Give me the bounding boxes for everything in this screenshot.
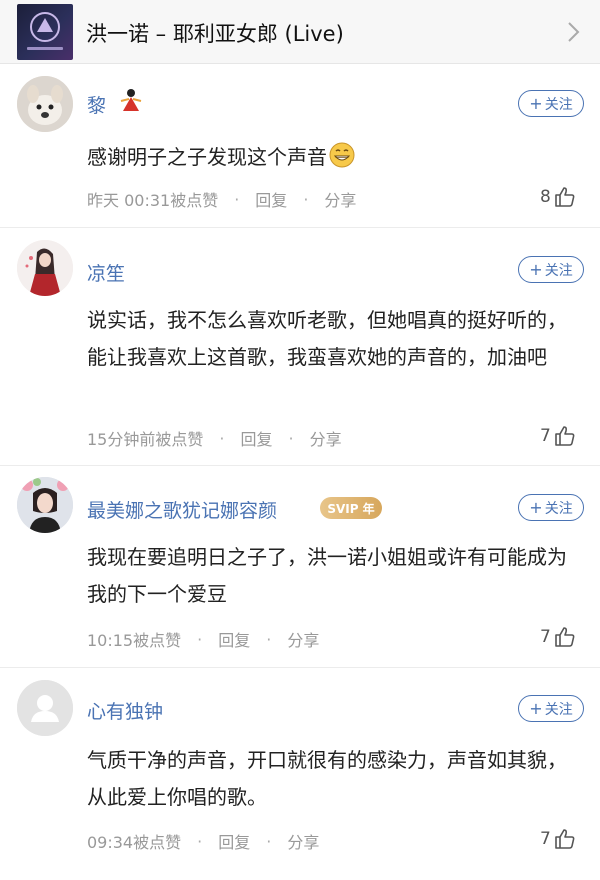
comment-item: 凉笙 + 关注 说实话，我不怎么喜欢听老歌，但她唱真的挺好听的，能让我喜欢上这首…: [0, 229, 600, 466]
dog-avatar-image: [17, 76, 73, 132]
follow-button[interactable]: + 关注: [518, 695, 584, 722]
plus-icon: +: [529, 698, 543, 718]
dancer-badge-icon: [120, 89, 142, 111]
thumbs-up-icon: [555, 187, 575, 207]
comment-text-content: 感谢明子之子发现这个声音: [87, 145, 327, 169]
plus-icon: +: [529, 259, 543, 279]
reply-button[interactable]: 回复: [240, 426, 272, 450]
thumbs-up-icon: [555, 627, 575, 647]
follow-button[interactable]: + 关注: [518, 90, 584, 117]
comment-text: 气质干净的声音，开口就很有的感染力，声音如其貌，从此爱上你唱的歌。: [87, 748, 567, 809]
comment-meta: 15分钟前被点赞 · 回复 · 分享: [87, 426, 342, 450]
song-header[interactable]: 洪一诺 – 耶利亚女郎 (Live): [0, 0, 600, 64]
avatar[interactable]: [17, 680, 73, 736]
follow-label: 关注: [544, 500, 573, 517]
dot-separator: ·: [197, 629, 203, 649]
comment-meta: 昨天 00:31被点赞 · 回复 · 分享: [87, 187, 356, 211]
like-button[interactable]: 7: [540, 424, 577, 448]
like-count: 7: [540, 627, 551, 647]
like-time: 10:15被点赞: [87, 631, 182, 650]
follow-button[interactable]: + 关注: [518, 256, 584, 283]
avatar[interactable]: [17, 240, 73, 296]
like-time: 昨天 00:31被点赞: [87, 191, 219, 210]
comment-text: 感谢明子之子发现这个声音: [87, 139, 577, 176]
grinning-emoji-icon: [329, 142, 355, 168]
album-cover-image[interactable]: [17, 4, 73, 60]
reply-button[interactable]: 回复: [218, 627, 250, 651]
username[interactable]: 黎: [87, 91, 106, 118]
dot-separator: ·: [288, 428, 294, 448]
thumbs-up-icon: [555, 426, 575, 446]
like-count: 8: [540, 187, 551, 207]
dot-separator: ·: [234, 189, 240, 209]
dot-separator: ·: [266, 629, 272, 649]
reply-button[interactable]: 回复: [218, 829, 250, 853]
comment-item: 黎 + 关注 感谢明子之子发现这个声音 昨天 00:31被点赞 · 回复 · 分…: [0, 65, 600, 228]
like-button[interactable]: 7: [540, 827, 577, 851]
dot-separator: ·: [266, 831, 272, 851]
share-button[interactable]: 分享: [310, 426, 342, 450]
avatar[interactable]: [17, 477, 73, 533]
album-cover-strip: [27, 47, 63, 50]
comment-meta: 10:15被点赞 · 回复 · 分享: [87, 627, 319, 651]
plus-icon: +: [529, 497, 543, 517]
follow-button[interactable]: + 关注: [518, 494, 584, 521]
avatar[interactable]: [17, 76, 73, 132]
album-logo-icon: [30, 12, 60, 42]
plus-icon: +: [529, 93, 543, 113]
girl-avatar-image: [17, 240, 73, 296]
username[interactable]: 凉笙: [87, 259, 125, 286]
like-button[interactable]: 8: [540, 185, 577, 209]
follow-label: 关注: [544, 96, 573, 113]
follow-label: 关注: [544, 701, 573, 718]
comment-meta: 09:34被点赞 · 回复 · 分享: [87, 829, 319, 853]
woman-avatar-image: [17, 477, 73, 533]
comment-text: 说实话，我不怎么喜欢听老歌，但她唱真的挺好听的，能让我喜欢上这首歌，我蛮喜欢她的…: [87, 308, 567, 369]
share-button[interactable]: 分享: [287, 829, 319, 853]
song-title[interactable]: 洪一诺 – 耶利亚女郎 (Live): [86, 18, 344, 48]
like-time: 15分钟前被点赞: [87, 430, 204, 449]
dot-separator: ·: [197, 831, 203, 851]
username[interactable]: 心有独钟: [87, 697, 163, 724]
reply-button[interactable]: 回复: [255, 187, 287, 211]
thumbs-up-icon: [555, 829, 575, 849]
share-button[interactable]: 分享: [287, 627, 319, 651]
comment-text: 我现在要追明日之子了，洪一诺小姐姐或许有可能成为我的下一个爱豆: [87, 545, 567, 606]
follow-label: 关注: [544, 262, 573, 279]
svip-badge[interactable]: SVIP 年: [320, 497, 382, 519]
like-button[interactable]: 7: [540, 625, 577, 649]
like-count: 7: [540, 829, 551, 849]
default-user-icon: [17, 680, 73, 736]
comment-item: 心有独钟 + 关注 气质干净的声音，开口就很有的感染力，声音如其貌，从此爱上你唱…: [0, 669, 600, 880]
like-time: 09:34被点赞: [87, 833, 182, 852]
like-count: 7: [540, 426, 551, 446]
dot-separator: ·: [219, 428, 225, 448]
dot-separator: ·: [303, 189, 309, 209]
chevron-right-icon[interactable]: [566, 20, 582, 44]
share-button[interactable]: 分享: [324, 187, 356, 211]
comment-item: 最美娜之歌犹记娜容颜 SVIP 年 + 关注 我现在要追明日之子了，洪一诺小姐姐…: [0, 467, 600, 668]
username[interactable]: 最美娜之歌犹记娜容颜: [87, 496, 277, 523]
